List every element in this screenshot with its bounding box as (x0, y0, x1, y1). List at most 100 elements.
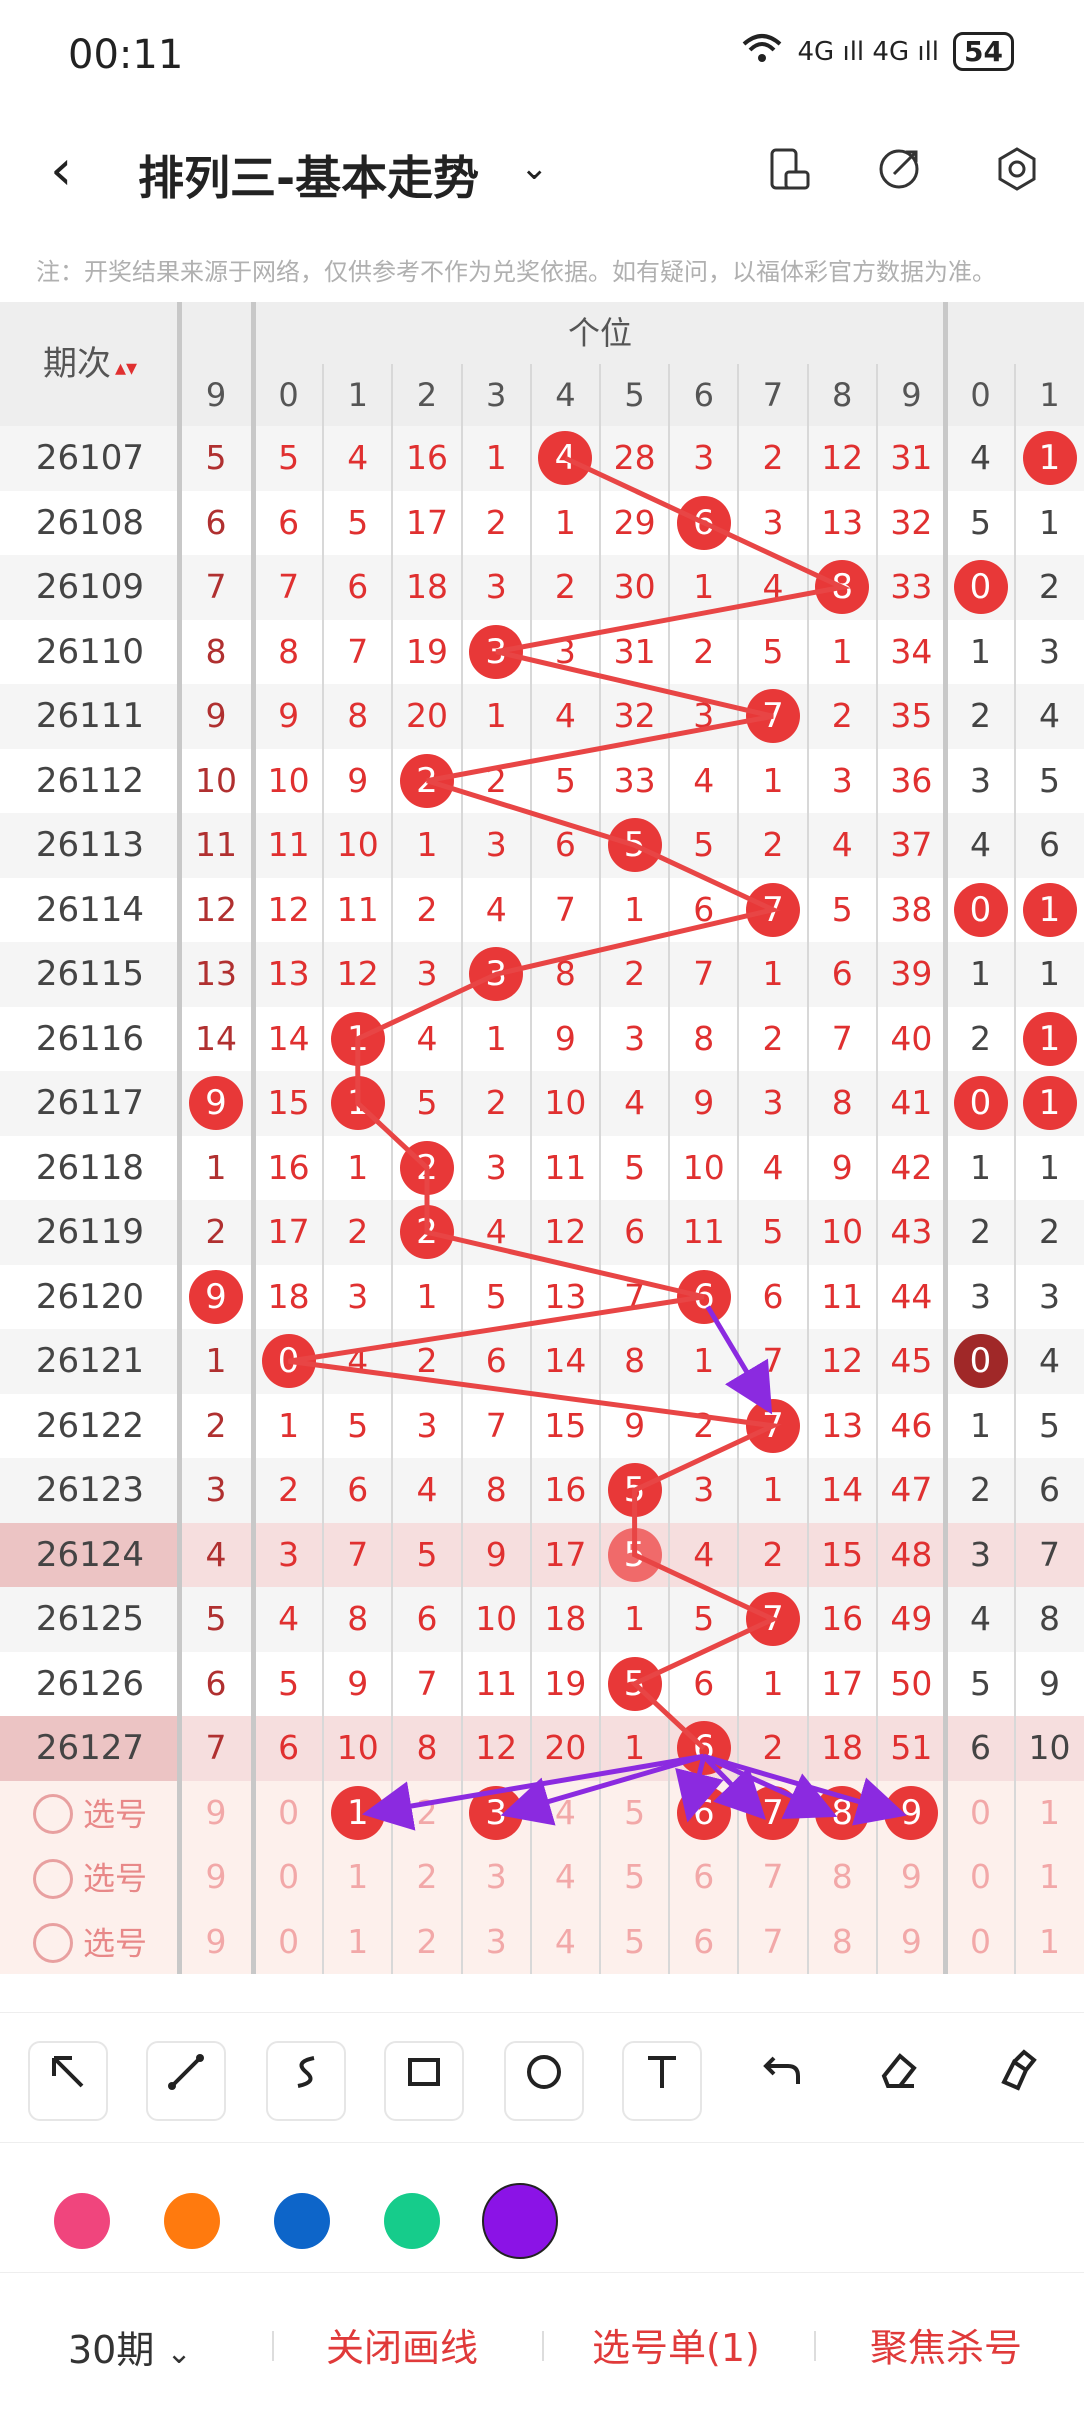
digit-cell: 1 (554, 502, 576, 542)
right-digit-cell: 10 (1028, 1728, 1071, 1767)
pick-digit-cell[interactable]: 9 (877, 1845, 946, 1910)
pick-digit-cell[interactable]: 2 (392, 1781, 461, 1846)
digit-cell: 3 (462, 942, 531, 1007)
close-draw-button[interactable]: 关闭画线 (326, 2317, 478, 2372)
digit-cell: 7 (738, 878, 807, 943)
pick-toggle[interactable]: 选号 (0, 1910, 180, 1975)
digit-cell: 11 (336, 889, 379, 929)
share-icon[interactable] (876, 146, 922, 192)
period-cell: 26112 (35, 760, 145, 801)
digit-cell: 1 (624, 889, 646, 929)
right-digit-cell: 4 (970, 438, 991, 477)
left-column-header: 9 (205, 376, 227, 414)
pick-digit-cell[interactable]: 1 (323, 1910, 392, 1975)
pick-digit-cell[interactable]: 3 (462, 1781, 531, 1846)
pick-digit-cell[interactable]: 3 (462, 1910, 531, 1975)
digit-cell: 1 (323, 1007, 392, 1072)
pick-digit-cell[interactable]: 8 (808, 1781, 877, 1846)
pick-digit-cell[interactable]: 8 (808, 1845, 877, 1910)
digit-cell: 1 (347, 1147, 369, 1187)
pick-digit-cell[interactable]: 8 (808, 1910, 877, 1975)
pick-digit-cell[interactable]: 7 (738, 1910, 807, 1975)
digit-cell: 10 (267, 760, 310, 800)
right-digit-cell: 0 (946, 555, 1015, 620)
pick-digit-cell[interactable]: 2 (392, 1910, 461, 1975)
left-column-cell: 11 (195, 825, 237, 864)
pick-right-cell[interactable]: 0 (946, 1910, 1015, 1975)
right-digit-cell: 2 (1039, 1212, 1060, 1251)
digit-cell: 14 (821, 1470, 864, 1509)
pick-right-cell[interactable]: 1 (1015, 1910, 1084, 1975)
digit-cell: 17 (821, 1663, 864, 1703)
color-swatch-pink[interactable] (54, 2193, 110, 2249)
rectangle-tool-icon[interactable] (384, 2041, 464, 2121)
digit-cell: 1 (323, 1071, 392, 1136)
color-swatch-purple-selected[interactable] (482, 2183, 558, 2259)
pick-left-cell[interactable]: 9 (180, 1845, 252, 1910)
chevron-down-icon[interactable]: ⌄ (520, 148, 549, 188)
pick-digit-cell[interactable]: 6 (669, 1781, 738, 1846)
pick-digit-cell[interactable]: 2 (392, 1845, 461, 1910)
pick-digit-cell[interactable]: 1 (323, 1845, 392, 1910)
digit-cell: 1 (278, 1405, 300, 1445)
pick-digit-cell[interactable]: 4 (531, 1845, 600, 1910)
digit-cell: 7 (693, 954, 715, 993)
pick-digit-cell[interactable]: 6 (669, 1845, 738, 1910)
back-icon[interactable]: ‹ (50, 138, 72, 203)
landscape-icon[interactable] (766, 146, 812, 192)
pick-digit-cell[interactable]: 9 (877, 1781, 946, 1846)
pick-digit-cell[interactable]: 4 (531, 1910, 600, 1975)
pick-list-button[interactable]: 选号单(1) (592, 2317, 760, 2372)
pick-left-cell[interactable]: 9 (180, 1781, 252, 1846)
pick-digit-cell[interactable]: 7 (738, 1781, 807, 1846)
pick-toggle[interactable]: 选号 (0, 1845, 180, 1910)
pick-digit-cell[interactable]: 0 (254, 1781, 323, 1846)
circle-tool-icon[interactable] (504, 2041, 584, 2121)
right-digit-cell: 2 (970, 1018, 991, 1058)
pick-right-cell[interactable]: 0 (946, 1781, 1015, 1846)
period-select[interactable]: 30期 ⌄ (68, 2319, 192, 2374)
hit-ball: 1 (1022, 1076, 1077, 1130)
pick-digit-cell[interactable]: 3 (462, 1845, 531, 1910)
line-tool-icon[interactable] (146, 2041, 226, 2121)
period-sort-header[interactable]: 期次 ▴▾ (0, 302, 180, 426)
pick-right-cell[interactable]: 0 (946, 1845, 1015, 1910)
pick-digit-cell[interactable]: 6 (669, 1910, 738, 1975)
pick-digit-cell[interactable]: 0 (254, 1910, 323, 1975)
pick-digit-cell[interactable]: 5 (600, 1781, 669, 1846)
settings-icon[interactable] (994, 146, 1040, 192)
digit-cell: 9 (693, 1083, 715, 1122)
pick-digit-cell[interactable]: 0 (254, 1845, 323, 1910)
digit-cell: 5 (693, 825, 715, 864)
clear-all-icon[interactable] (976, 2041, 1056, 2121)
pick-digit-cell[interactable]: 5 (600, 1910, 669, 1975)
eraser-icon[interactable] (858, 2041, 938, 2121)
period-cell: 26127 (35, 1728, 145, 1768)
color-swatch-green[interactable] (384, 2193, 440, 2249)
period-cell: 26115 (35, 954, 145, 994)
text-tool-icon[interactable] (622, 2041, 702, 2121)
digit-cell: 39 (890, 954, 933, 993)
pick-right-cell[interactable]: 1 (1015, 1781, 1084, 1846)
arrow-tool-icon[interactable] (28, 2041, 108, 2121)
digit-cell: 40 (890, 1018, 933, 1058)
pick-digit-cell[interactable]: 9 (877, 1910, 946, 1975)
pick-left-cell[interactable]: 9 (180, 1910, 252, 1975)
picked-ball: 8 (815, 1785, 870, 1840)
color-swatch-orange[interactable] (164, 2193, 220, 2249)
picked-ball: 6 (676, 1785, 731, 1840)
color-swatch-blue[interactable] (274, 2193, 330, 2249)
pick-right-cell[interactable]: 1 (1015, 1845, 1084, 1910)
pick-toggle[interactable]: 选号 (0, 1781, 180, 1846)
undo-icon[interactable] (742, 2041, 822, 2121)
curve-tool-icon[interactable] (266, 2041, 346, 2121)
pick-label: 选号 (82, 1923, 147, 1962)
pick-digit-cell[interactable]: 7 (738, 1845, 807, 1910)
pick-digit-cell[interactable]: 1 (323, 1781, 392, 1846)
pick-digit-cell[interactable]: 5 (600, 1845, 669, 1910)
pick-digit-cell[interactable]: 4 (531, 1781, 600, 1846)
focus-kill-button[interactable]: 聚焦杀号 (870, 2317, 1022, 2372)
page-title[interactable]: 排列三-基本走势 (138, 142, 479, 208)
period-cell: 26108 (35, 502, 145, 543)
digit-cell: 19 (544, 1663, 587, 1703)
